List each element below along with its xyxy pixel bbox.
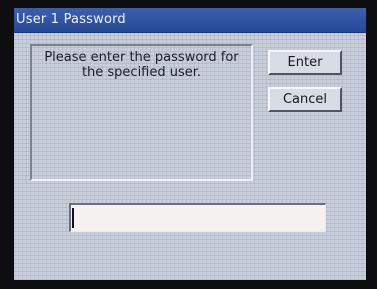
enter-button[interactable]: Enter: [268, 50, 342, 75]
message-box: Please enter the password for the specif…: [30, 44, 253, 181]
text-caret: [72, 208, 74, 228]
password-input[interactable]: [69, 203, 326, 232]
title-bar: User 1 Password: [14, 8, 366, 33]
message-text: Please enter the password for the specif…: [44, 50, 239, 80]
dialog-screen: User 1 Password Please enter the passwor…: [14, 8, 366, 280]
window-title: User 1 Password: [16, 12, 126, 27]
cancel-button[interactable]: Cancel: [268, 87, 342, 112]
